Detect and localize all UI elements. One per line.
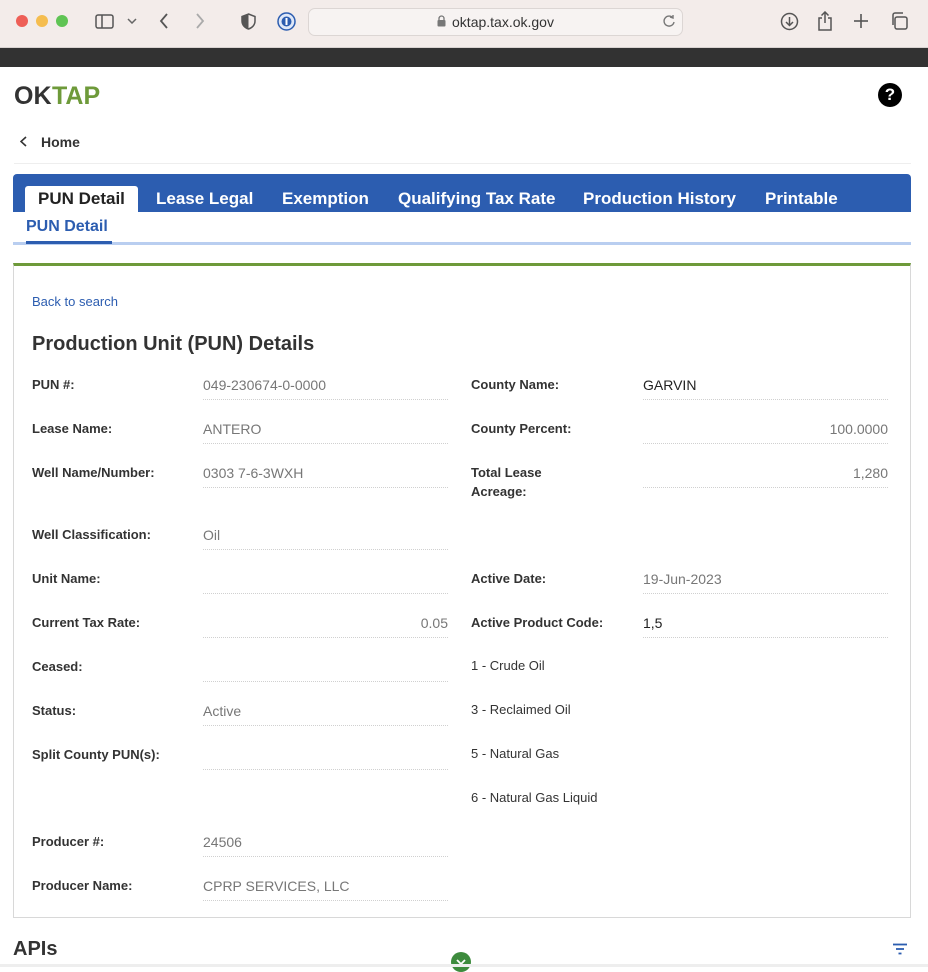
reload-icon[interactable] bbox=[662, 13, 676, 32]
current-tax-rate-value: 0.05 bbox=[203, 613, 448, 638]
oktap-logo[interactable]: OK TAP bbox=[14, 82, 106, 110]
current-tax-rate-label: Current Tax Rate: bbox=[32, 615, 141, 630]
close-window-button[interactable] bbox=[16, 15, 28, 27]
tab-bar: PUN Detail Lease Legal Exemption Qualify… bbox=[13, 174, 911, 212]
back-arrow-icon[interactable] bbox=[157, 10, 171, 32]
browser-divider bbox=[0, 48, 928, 67]
product-code-item: 6 - Natural Gas Liquid bbox=[471, 790, 598, 805]
downloads-icon[interactable] bbox=[779, 10, 799, 32]
oktap-logo-graphic: OK TAP bbox=[14, 82, 100, 110]
chevron-left-icon bbox=[19, 134, 27, 150]
help-button[interactable]: ? bbox=[878, 83, 902, 107]
county-percent-value: 100.0000 bbox=[643, 419, 888, 444]
header-divider bbox=[14, 163, 911, 164]
chevron-down-icon[interactable] bbox=[126, 10, 138, 32]
producer-number-label: Producer #: bbox=[32, 834, 105, 849]
filter-icon[interactable] bbox=[892, 942, 908, 960]
status-label: Status: bbox=[32, 703, 77, 718]
privacy-shield-icon[interactable] bbox=[239, 10, 257, 32]
active-date-label: Active Date: bbox=[471, 571, 547, 586]
url-text: oktap.tax.ok.gov bbox=[452, 14, 554, 30]
svg-text:TAP: TAP bbox=[52, 82, 100, 108]
active-product-code-label: Active Product Code: bbox=[471, 615, 604, 630]
tab-production-history[interactable]: Production History bbox=[570, 186, 749, 212]
status-value: Active bbox=[203, 701, 448, 726]
breadcrumb[interactable]: Home bbox=[19, 134, 80, 150]
product-code-item: 1 - Crude Oil bbox=[471, 658, 545, 673]
tab-lease-legal[interactable]: Lease Legal bbox=[143, 186, 266, 212]
well-name-value: 0303 7-6-3WXH bbox=[203, 463, 448, 488]
total-lease-acreage-value: 1,280 bbox=[643, 463, 888, 488]
pun-number-label: PUN #: bbox=[32, 377, 75, 392]
unit-name-label: Unit Name: bbox=[32, 571, 101, 586]
well-classification-value: Oil bbox=[203, 525, 448, 550]
address-bar[interactable]: oktap.tax.ok.gov bbox=[308, 8, 683, 36]
well-name-label: Well Name/Number: bbox=[32, 465, 155, 480]
forward-arrow-icon[interactable] bbox=[193, 10, 207, 32]
well-classification-label: Well Classification: bbox=[32, 527, 151, 542]
tab-exemption[interactable]: Exemption bbox=[269, 186, 382, 212]
zoom-window-button[interactable] bbox=[56, 15, 68, 27]
svg-text:OK: OK bbox=[14, 82, 52, 108]
back-to-search-link[interactable]: Back to search bbox=[32, 294, 118, 309]
share-icon[interactable] bbox=[816, 10, 834, 32]
subtab-pun-detail[interactable]: PUN Detail bbox=[26, 218, 108, 236]
sidebar-icon[interactable] bbox=[94, 10, 114, 32]
pun-details-card: Back to search Production Unit (PUN) Det… bbox=[13, 263, 911, 918]
total-lease-acreage-label: Total Lease Acreage: bbox=[471, 465, 542, 499]
county-name-label: County Name: bbox=[471, 377, 560, 392]
scroll-down-button[interactable] bbox=[451, 952, 471, 972]
help-label: ? bbox=[884, 85, 896, 104]
tab-printable[interactable]: Printable bbox=[752, 186, 851, 212]
apis-heading: APIs bbox=[13, 938, 58, 960]
product-code-item: 3 - Reclaimed Oil bbox=[471, 702, 571, 717]
subtab-active-indicator bbox=[26, 241, 112, 244]
tab-overview-icon[interactable] bbox=[889, 10, 909, 32]
subtab-divider bbox=[13, 242, 911, 245]
section-title: Production Unit (PUN) Details bbox=[32, 333, 315, 355]
breadcrumb-home-link[interactable]: Home bbox=[41, 134, 80, 150]
split-county-pun-label: Split County PUN(s): bbox=[32, 747, 160, 762]
unit-name-value bbox=[203, 569, 448, 594]
tab-qualifying-tax-rate[interactable]: Qualifying Tax Rate bbox=[385, 186, 568, 212]
split-county-pun-value bbox=[203, 745, 448, 770]
lease-name-label: Lease Name: bbox=[32, 421, 113, 436]
lock-icon bbox=[437, 14, 446, 30]
active-date-value: 19-Jun-2023 bbox=[643, 569, 888, 594]
producer-number-value: 24506 bbox=[203, 832, 448, 857]
new-tab-icon[interactable] bbox=[852, 10, 870, 32]
county-name-value: GARVIN bbox=[643, 375, 888, 400]
ceased-label: Ceased: bbox=[32, 659, 83, 674]
producer-name-label: Producer Name: bbox=[32, 878, 133, 893]
county-percent-label: County Percent: bbox=[471, 421, 572, 436]
lease-name-value: ANTERO bbox=[203, 419, 448, 444]
tab-pun-detail[interactable]: PUN Detail bbox=[25, 186, 138, 212]
browser-toolbar: oktap.tax.ok.gov bbox=[0, 0, 928, 48]
active-product-code-value: 1,5 bbox=[643, 613, 888, 638]
pun-number-value: 049-230674-0-0000 bbox=[203, 375, 448, 400]
ceased-value bbox=[203, 657, 448, 682]
minimize-window-button[interactable] bbox=[36, 15, 48, 27]
producer-name-value: CPRP SERVICES, LLC bbox=[203, 876, 448, 901]
product-code-item: 5 - Natural Gas bbox=[471, 746, 560, 761]
password-manager-icon[interactable] bbox=[276, 10, 296, 32]
